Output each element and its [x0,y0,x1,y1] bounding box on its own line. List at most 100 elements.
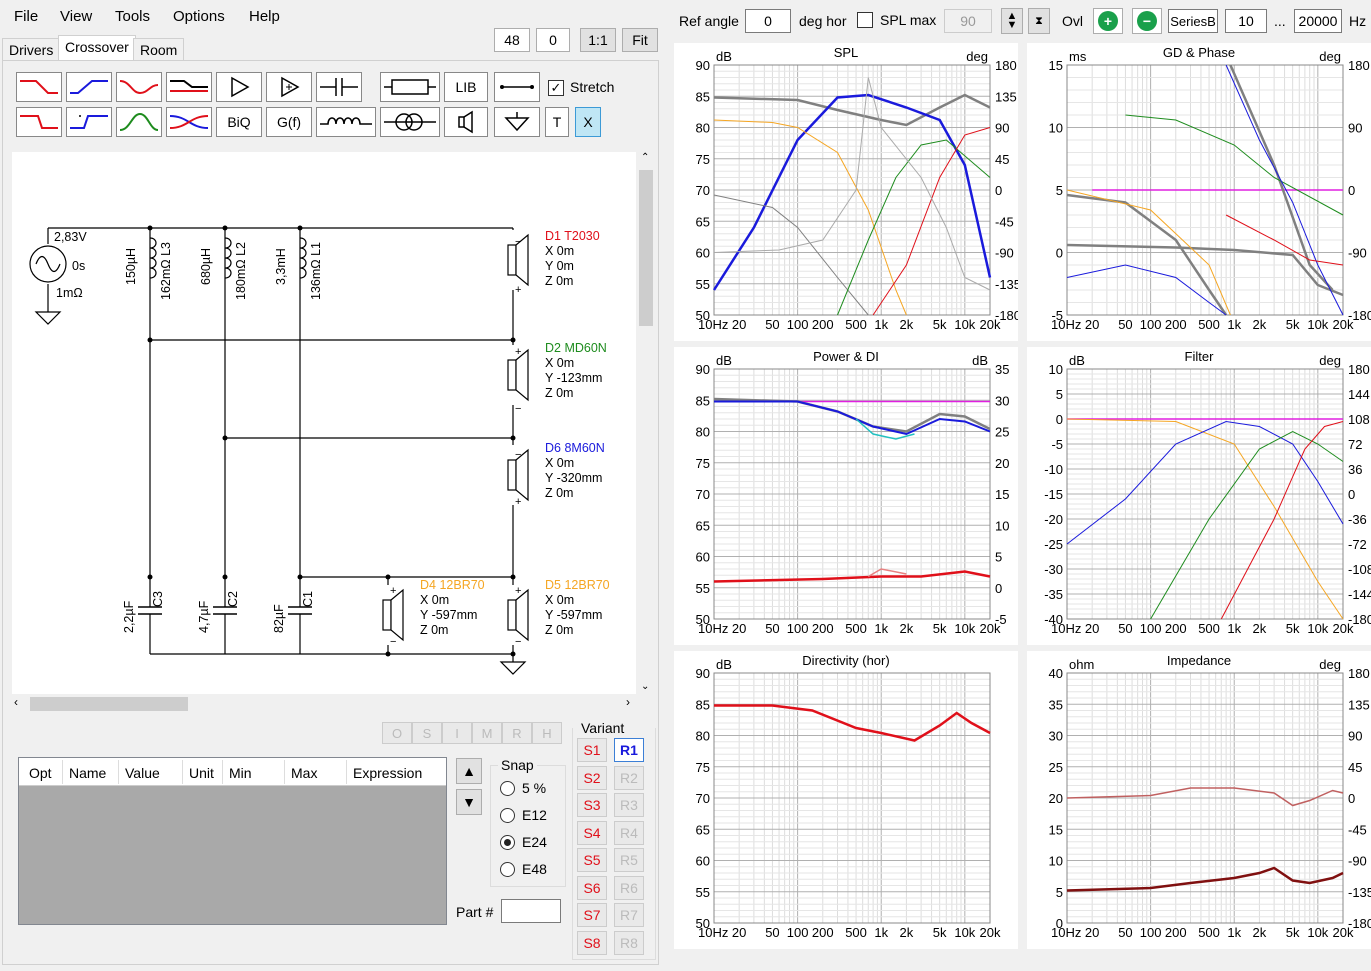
lowpass-1st-order-button[interactable] [16,72,62,102]
add-overlay-button[interactable]: + [1093,8,1123,34]
variant-s4-button[interactable]: S4 [577,820,607,845]
freq-low-input[interactable]: 10 [1225,9,1267,33]
table-header-name[interactable]: Name [69,765,106,781]
spl-max-checkbox[interactable] [857,12,873,28]
snap-radio-5[interactable] [500,781,515,796]
variant-s1-button[interactable]: S1 [577,738,607,762]
graph-filter[interactable]: Filter dB deg 10 5 0 -5 -10 -15 -20 -25 -30 -35 -40 18… [1027,347,1371,645]
inductor-button[interactable] [316,107,376,137]
zoom-field-b[interactable]: 0 [536,28,570,52]
opt-m-button[interactable]: M [472,722,502,744]
ref-angle-input[interactable]: 0 [745,9,791,33]
spl-max-spinner[interactable]: ▲ ▼ [1001,8,1023,34]
move-down-button[interactable]: ▼ [456,789,482,815]
tab-room[interactable]: Room [133,38,185,60]
graph-spl[interactable]: SPL dB deg 90 85 80 75 70 65 60 55 50 180 135 90 45 0 -45… [674,43,1021,341]
zoom-field-a[interactable]: 48 [494,28,530,52]
zoom-1to1-button[interactable]: 1:1 [580,28,616,52]
x-tick-label: 10k [954,925,975,940]
capacitor-button[interactable] [316,72,362,102]
variant-r6-button[interactable]: R6 [614,875,644,900]
schematic-hscrollbar[interactable]: ‹ › [12,694,636,714]
left-tick-label: 80 [696,729,710,744]
l3-value-label: 150µH [124,248,138,285]
amplifier-with-offset-button[interactable] [266,72,312,102]
variant-s6-button[interactable]: S6 [577,875,607,900]
variant-r8-button[interactable]: R8 [614,930,644,955]
opt-s-button[interactable]: S [412,722,442,744]
delete-button[interactable]: X [575,107,601,137]
graph-directivity-hor[interactable]: Directivity (hor) dB 90 85 80 75 70 65 60 55 50 10H… [674,651,1018,949]
table-header-min[interactable]: Min [229,765,252,781]
menu-help[interactable]: Help [249,8,280,25]
resistor-button[interactable] [380,72,440,102]
variant-r4-button[interactable]: R4 [614,820,644,845]
tab-drivers[interactable]: Drivers [2,38,61,60]
graph-gd-phase[interactable]: GD & Phase ms deg 15 10 5 0 -5 180 90 0 -90 -180 10Hz… [1027,43,1371,341]
remove-overlay-button[interactable]: − [1132,8,1162,34]
variant-s2-button[interactable]: S2 [577,765,607,790]
x-tick-label: 100 [787,317,809,332]
table-header-max[interactable]: Max [291,765,317,781]
zoom-fit-button[interactable]: Fit [622,28,658,52]
lowpass-2nd-order-button[interactable] [16,107,62,137]
left-tick-label: 85 [696,89,710,104]
transformer-button[interactable] [380,107,440,137]
part-number-input[interactable] [501,899,561,923]
opt-h-button[interactable]: H [532,722,562,744]
amplifier-button[interactable] [216,72,262,102]
source-delay-label: 0s [72,259,85,273]
schematic-canvas[interactable]: − + + − − + + − + − 2,83V 0s 1mΩ 150µH 162mΩ L3 6… [12,152,636,694]
notch-filter-button[interactable] [116,72,162,102]
menu-view[interactable]: View [60,8,92,25]
variant-r1-button[interactable]: R1 [614,738,644,762]
left-tick-label: 0 [1056,412,1063,427]
menu-tools[interactable]: Tools [115,8,150,25]
curve [1066,787,1344,807]
variant-s7-button[interactable]: S7 [577,903,607,927]
wire-button[interactable] [494,72,540,102]
autoscale-button[interactable]: ⧗ [1028,8,1050,34]
variant-r7-button[interactable]: R7 [614,903,644,927]
x-tick-label: 200 [812,317,834,332]
snap-radio-E48[interactable] [500,862,515,877]
graph-impedance[interactable]: Impedance ohm deg 40 35 30 25 20 15 10 5 0 180 135 90 4… [1027,651,1371,949]
variant-s3-button[interactable]: S3 [577,793,607,817]
freq-high-input[interactable]: 20000 [1294,9,1342,33]
parameter-table[interactable]: Opt Name Value Unit Min Max Expression [18,757,447,925]
table-header-value[interactable]: Value [125,765,160,781]
schematic-vscrollbar[interactable]: ⌃ ⌄ [637,152,655,694]
tab-crossover[interactable]: Crossover [58,35,136,61]
highpass-1st-order-button[interactable] [66,72,112,102]
table-header-unit[interactable]: Unit [189,765,214,781]
variant-s8-button[interactable]: S8 [577,930,607,955]
text-button[interactable]: T [545,107,569,137]
bandpass-filter-button[interactable] [116,107,162,137]
opt-r-button[interactable]: R [502,722,532,744]
variant-r5-button[interactable]: R5 [614,848,644,872]
highpass-2nd-order-button[interactable] [66,107,112,137]
spl-max-input[interactable]: 90 [944,9,992,33]
table-header-opt[interactable]: Opt [29,765,52,781]
opt-o-button[interactable]: O [382,722,412,744]
variant-s5-button[interactable]: S5 [577,848,607,872]
library-button[interactable]: LIB [444,72,488,102]
biquad-button[interactable]: BiQ [216,107,262,137]
graph-power-di[interactable]: Power & DI dB dB 90 85 80 75 70 65 60 55 50 35 30 25 20… [674,347,1018,645]
crossover-filter-button[interactable] [166,107,212,137]
snap-radio-E12[interactable] [500,808,515,823]
stretch-checkbox[interactable]: ✓ [548,80,564,96]
variant-r3-button[interactable]: R3 [614,793,644,817]
overlay-series-select[interactable]: SeriesB [1168,9,1218,33]
menu-options[interactable]: Options [173,8,225,25]
ground-button[interactable] [494,107,540,137]
snap-radio-E24[interactable] [500,835,515,850]
opt-i-button[interactable]: I [442,722,472,744]
variant-r2-button[interactable]: R2 [614,765,644,790]
move-up-button[interactable]: ▲ [456,758,482,784]
transfer-function-button[interactable]: G(f) [266,107,312,137]
menu-file[interactable]: File [14,8,38,25]
speaker-button[interactable] [444,107,488,137]
table-header-expression[interactable]: Expression [353,765,422,781]
shelf-filter-button[interactable] [166,72,212,102]
